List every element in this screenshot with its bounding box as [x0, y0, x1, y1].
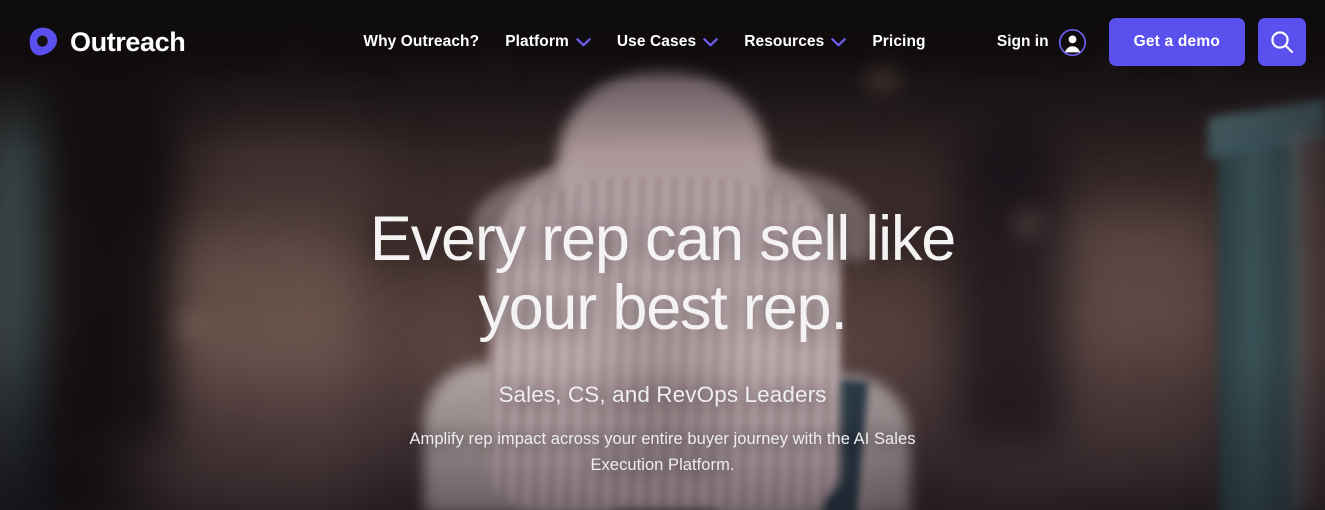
nav-item-use-cases[interactable]: Use Cases: [617, 33, 718, 51]
nav-label: Platform: [505, 33, 569, 50]
brand-logo-link[interactable]: Outreach: [26, 26, 186, 59]
nav-label: Pricing: [872, 33, 926, 50]
nav-label: Resources: [744, 33, 825, 50]
page-root: Every rep can sell like your best rep. S…: [0, 0, 1325, 510]
nav-label: Use Cases: [616, 33, 697, 50]
search-icon: [1271, 31, 1294, 54]
get-a-demo-button[interactable]: Get a demo: [1108, 18, 1245, 66]
brand-name: Outreach: [70, 26, 186, 57]
nav-label: Why Outreach?: [363, 33, 480, 50]
user-circle-icon: [1058, 28, 1086, 56]
chevron-down-icon: [703, 37, 718, 46]
site-header: Outreach Why Outreach? Platform Use Case…: [0, 0, 1325, 84]
outreach-droplet-logo-icon: [29, 27, 58, 55]
nav-item-platform[interactable]: Platform: [505, 33, 591, 51]
sign-in-link[interactable]: Sign in: [997, 28, 1087, 57]
nav-item-why-outreach[interactable]: Why Outreach?: [363, 33, 479, 51]
search-button[interactable]: [1258, 18, 1306, 66]
chevron-down-icon: [576, 37, 591, 46]
main-navigation: Why Outreach? Platform Use Cases Resourc…: [363, 33, 925, 51]
chevron-down-icon: [831, 37, 847, 46]
sign-in-label: Sign in: [996, 33, 1049, 50]
header-actions: Sign in Get a demo: [997, 18, 1306, 66]
nav-item-resources[interactable]: Resources: [744, 33, 847, 51]
nav-item-pricing[interactable]: Pricing: [872, 33, 925, 51]
